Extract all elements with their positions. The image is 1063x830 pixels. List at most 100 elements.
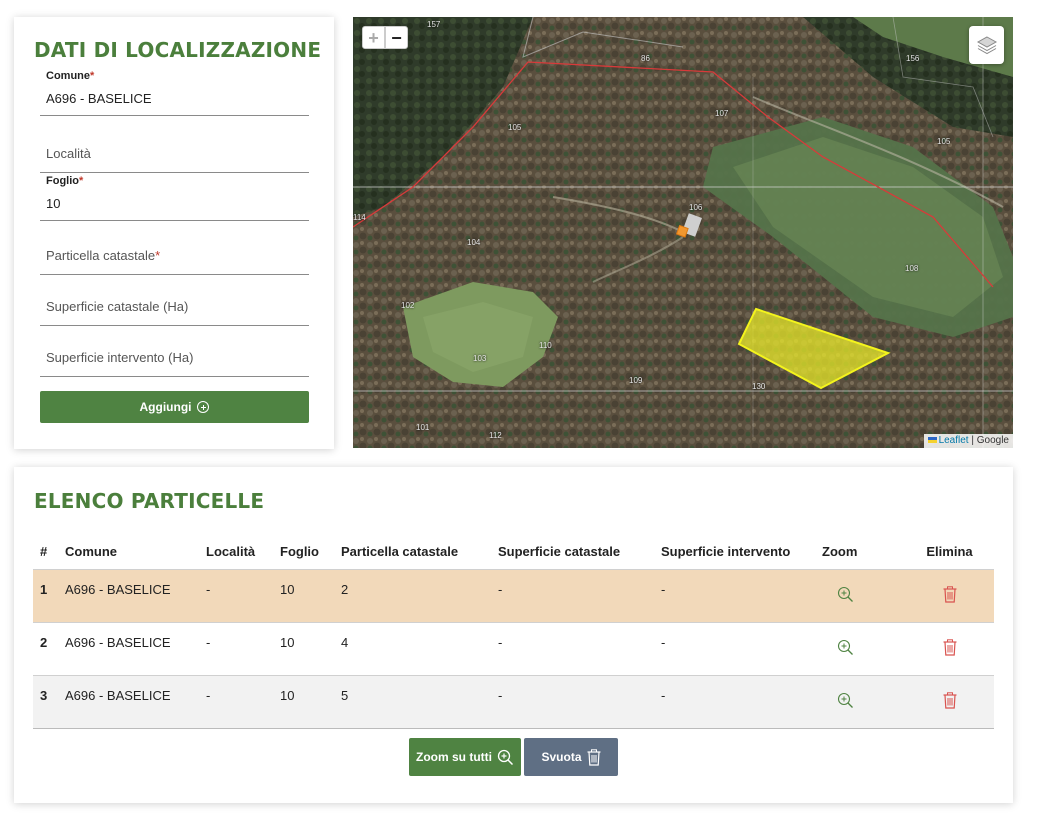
table-row[interactable]: 2 A696 - BASELICE - 10 4 - -	[33, 622, 994, 675]
cell-number: 1	[33, 569, 58, 622]
comune-field[interactable]: Comune* A696 - BASELICE	[40, 70, 309, 116]
cell-particella: 4	[341, 634, 349, 650]
circle-plus-icon	[197, 401, 210, 413]
parcel-label: 112	[489, 431, 502, 440]
zoom-all-button[interactable]: Zoom su tutti	[409, 738, 521, 776]
add-button[interactable]: Aggiungi	[40, 391, 309, 423]
parcel-label: 106	[689, 203, 703, 212]
foglio-field[interactable]: Foglio* 10	[40, 175, 309, 221]
particella-field[interactable]: Particella catastale*	[40, 229, 309, 275]
parcel-label: 105	[508, 123, 522, 132]
trash-icon[interactable]	[943, 691, 957, 712]
trash-icon[interactable]	[943, 585, 957, 606]
cell-delete	[905, 675, 994, 728]
foglio-label: Foglio*	[46, 175, 84, 187]
zoom-out-button[interactable]: −	[385, 26, 408, 49]
parcel-label: 105	[937, 137, 951, 146]
col-header: Elimina	[926, 543, 973, 559]
layers-icon	[976, 36, 997, 55]
zoom-control: + −	[362, 26, 408, 49]
cell-zoom	[815, 675, 905, 728]
parcel-label: 157	[427, 20, 441, 29]
parcel-label: 108	[905, 264, 919, 273]
zoom-in-button[interactable]: +	[362, 26, 385, 49]
superficie-intervento-placeholder[interactable]: Superficie intervento (Ha)	[46, 350, 193, 365]
superficie-catastale-placeholder[interactable]: Superficie catastale (Ha)	[46, 299, 188, 314]
parcel-label: 101	[416, 423, 430, 432]
col-header: Superficie catastale	[498, 543, 621, 559]
cell-superficie-intervento: -	[654, 675, 815, 728]
cell-superficie-catastale: -	[491, 675, 654, 728]
parcel-table: # Comune Località Foglio Particella cata…	[33, 534, 994, 729]
layers-button[interactable]	[969, 26, 1004, 64]
superficie-intervento-field[interactable]: Superficie intervento (Ha)	[40, 331, 309, 377]
cell-comune: A696 - BASELICE	[58, 675, 199, 728]
cell-foglio: 10	[280, 634, 295, 650]
localization-form-card: DATI DI LOCALIZZAZIONE Comune* A696 - BA…	[14, 17, 334, 449]
empty-list-button[interactable]: Svuota	[524, 738, 618, 776]
satellite-imagery	[353, 17, 1013, 448]
localita-field[interactable]: Località	[40, 127, 309, 173]
parcel-label: 86	[641, 54, 650, 63]
cell-localita: -	[206, 634, 211, 650]
parcel-label: 107	[715, 109, 729, 118]
comune-label: Comune*	[46, 70, 95, 82]
cell-number: 2	[40, 634, 48, 650]
google-attribution: Google	[976, 435, 1009, 446]
col-header: Particella catastale	[341, 543, 459, 559]
parcel-label: 156	[906, 54, 920, 63]
cell-superficie-catastale: -	[491, 569, 654, 622]
cell-foglio: 10	[273, 675, 334, 728]
col-header: Foglio	[280, 543, 319, 559]
col-header: Località	[206, 543, 256, 559]
cell-localita: -	[199, 675, 273, 728]
cell-number: 3	[33, 675, 58, 728]
cell-superficie-catastale: -	[498, 634, 503, 650]
empty-label: Svuota	[541, 750, 582, 764]
form-title: DATI DI LOCALIZZAZIONE	[34, 38, 322, 62]
cell-particella: 5	[334, 675, 491, 728]
parcel-list-card: ELENCO PARTICELLE # Comune Località Fogl…	[14, 467, 1013, 803]
foglio-value[interactable]: 10	[46, 196, 60, 211]
cell-superficie-intervento: -	[654, 569, 815, 622]
parcel-label: 109	[629, 376, 643, 385]
col-header: Superficie intervento	[661, 543, 791, 559]
parcel-label: 103	[473, 354, 487, 363]
zoom-all-label: Zoom su tutti	[416, 750, 492, 764]
list-title: ELENCO PARTICELLE	[34, 489, 265, 513]
ukraine-flag-icon	[927, 437, 937, 443]
table-row[interactable]: 3 A696 - BASELICE -10 5- -	[33, 675, 994, 728]
col-header: Comune	[65, 543, 117, 559]
comune-value[interactable]: A696 - BASELICE	[46, 91, 152, 106]
cell-comune: A696 - BASELICE	[65, 634, 171, 650]
cell-superficie-intervento: -	[661, 634, 666, 650]
cell-delete	[905, 569, 994, 622]
zoom-in-icon[interactable]	[837, 692, 854, 712]
parcel-label: 110	[539, 341, 552, 350]
col-header: #	[40, 543, 48, 559]
add-button-label: Aggiungi	[139, 400, 192, 414]
cell-particella: 2	[334, 569, 491, 622]
map-attribution: Leaflet | Google	[923, 434, 1013, 448]
map-view[interactable]: 157 86 156 105 107 105 106 104 108 102 1…	[353, 17, 1013, 448]
parcel-label: 114	[353, 213, 366, 222]
leaflet-link[interactable]: Leaflet	[939, 435, 969, 446]
zoom-in-icon	[497, 749, 514, 765]
cell-comune: A696 - BASELICE	[58, 569, 199, 622]
particella-placeholder[interactable]: Particella catastale*	[46, 248, 160, 263]
superficie-catastale-field[interactable]: Superficie catastale (Ha)	[40, 280, 309, 326]
cell-delete	[905, 622, 994, 675]
localita-placeholder[interactable]: Località	[46, 146, 91, 161]
table-row[interactable]: 1 A696 - BASELICE -10 2- -	[33, 569, 994, 622]
zoom-in-icon[interactable]	[837, 586, 854, 606]
cell-zoom	[815, 569, 905, 622]
cell-localita: -	[199, 569, 273, 622]
cell-foglio: 10	[273, 569, 334, 622]
cell-zoom	[815, 622, 905, 675]
table-header-row: # Comune Località Foglio Particella cata…	[33, 534, 994, 569]
parcel-label: 130	[752, 382, 766, 391]
col-header: Zoom	[822, 543, 858, 559]
zoom-in-icon[interactable]	[837, 639, 854, 659]
trash-icon[interactable]	[943, 638, 957, 659]
parcel-label: 102	[401, 301, 415, 310]
